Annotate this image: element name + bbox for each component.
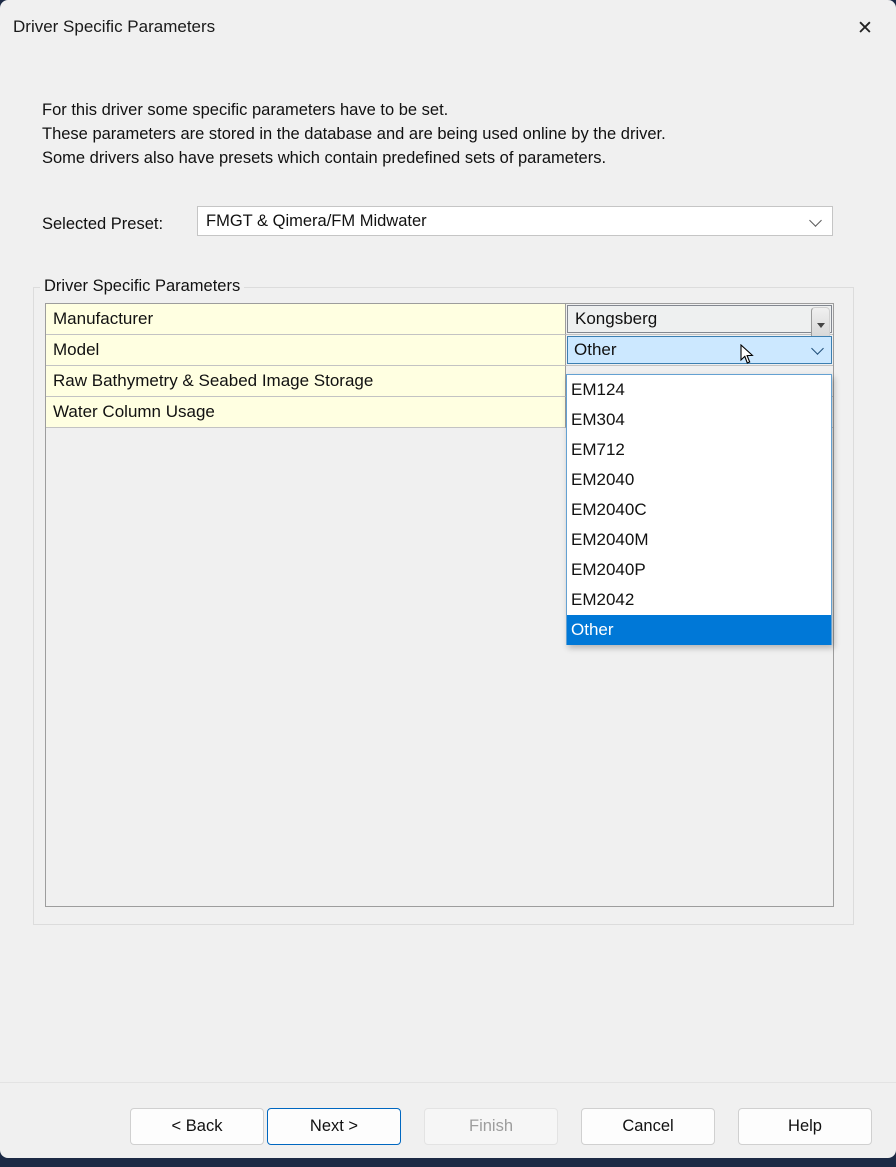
- model-value: Other: [568, 340, 617, 360]
- water-column-label-cell[interactable]: Water Column Usage: [46, 397, 566, 428]
- intro-line-3: Some drivers also have presets which con…: [42, 146, 666, 170]
- manufacturer-value-cell: Kongsberg: [566, 304, 833, 335]
- intro-text: For this driver some specific parameters…: [42, 98, 666, 170]
- finish-button: Finish: [424, 1108, 558, 1145]
- footer-divider: [0, 1082, 896, 1083]
- selected-preset-value: FMGT & Qimera/FM Midwater: [198, 212, 427, 231]
- title-bar: Driver Specific Parameters ✕: [0, 0, 896, 56]
- back-button[interactable]: < Back: [130, 1108, 264, 1145]
- dropdown-option-em2040c[interactable]: EM2040C: [567, 495, 831, 525]
- selected-preset-label: Selected Preset:: [42, 215, 163, 234]
- close-button[interactable]: ✕: [848, 12, 882, 44]
- manufacturer-combobox[interactable]: Kongsberg: [567, 305, 832, 333]
- dropdown-option-em2040m[interactable]: EM2040M: [567, 525, 831, 555]
- intro-line-2: These parameters are stored in the datab…: [42, 122, 666, 146]
- dropdown-arrow-icon: [817, 323, 825, 328]
- model-dropdown-list: EM124 EM304 EM712 EM2040 EM2040C EM2040M…: [566, 374, 832, 645]
- groupbox-title: Driver Specific Parameters: [40, 277, 244, 296]
- dialog-title: Driver Specific Parameters: [13, 17, 215, 37]
- dropdown-option-em124[interactable]: EM124: [567, 375, 831, 405]
- driver-parameters-dialog: Driver Specific Parameters ✕ For this dr…: [0, 0, 896, 1158]
- model-label-cell[interactable]: Model: [46, 335, 566, 366]
- dropdown-option-em2042[interactable]: EM2042: [567, 585, 831, 615]
- dropdown-option-em712[interactable]: EM712: [567, 435, 831, 465]
- cancel-button[interactable]: Cancel: [581, 1108, 715, 1145]
- chevron-down-icon: [809, 214, 822, 227]
- model-value-cell: Other: [566, 335, 833, 366]
- dropdown-option-em2040[interactable]: EM2040: [567, 465, 831, 495]
- dropdown-option-em2040p[interactable]: EM2040P: [567, 555, 831, 585]
- mouse-cursor-icon: [740, 344, 754, 370]
- dropdown-option-em304[interactable]: EM304: [567, 405, 831, 435]
- model-combobox[interactable]: Other: [567, 336, 832, 364]
- manufacturer-value: Kongsberg: [568, 309, 657, 329]
- selected-preset-combobox[interactable]: FMGT & Qimera/FM Midwater: [197, 206, 833, 236]
- dropdown-option-other[interactable]: Other: [567, 615, 831, 645]
- table-row-manufacturer: Manufacturer Kongsberg: [46, 304, 833, 335]
- next-button[interactable]: Next >: [267, 1108, 401, 1145]
- close-icon: ✕: [857, 17, 873, 40]
- intro-line-1: For this driver some specific parameters…: [42, 98, 666, 122]
- raw-bathymetry-label-cell[interactable]: Raw Bathymetry & Seabed Image Storage: [46, 366, 566, 397]
- chevron-down-icon: [811, 342, 824, 355]
- manufacturer-label-cell[interactable]: Manufacturer: [46, 304, 566, 335]
- table-row-model: Model Other: [46, 335, 833, 366]
- help-button[interactable]: Help: [738, 1108, 872, 1145]
